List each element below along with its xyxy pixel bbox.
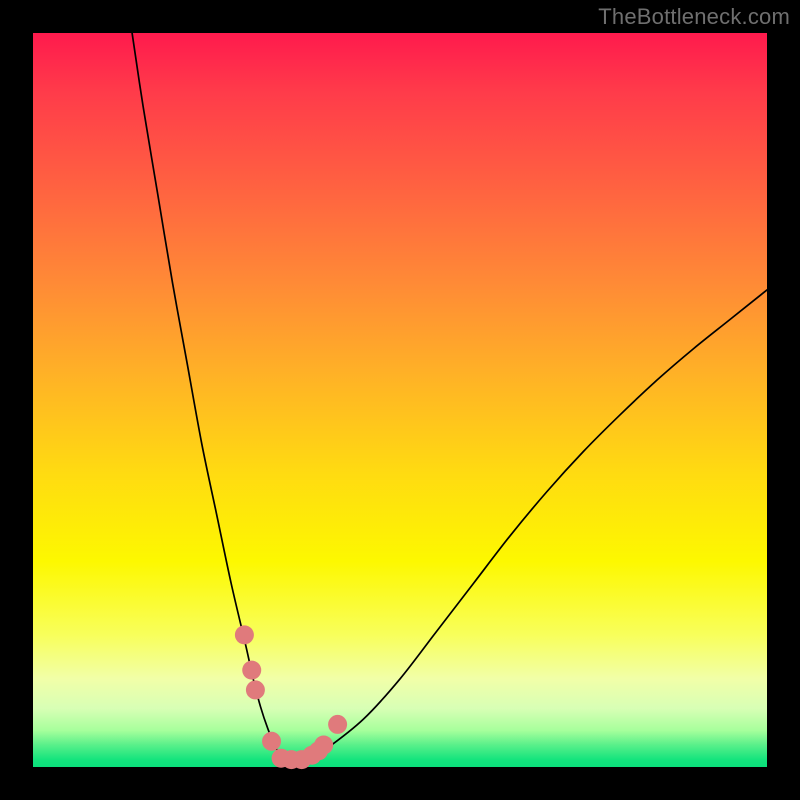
chart-stage: TheBottleneck.com — [0, 0, 800, 800]
chart-overlay — [33, 33, 767, 767]
marker-left-dot-upper — [235, 625, 254, 644]
watermark-label: TheBottleneck.com — [598, 4, 790, 30]
marker-left-dot-lower — [246, 680, 265, 699]
marker-right-dot-low — [314, 735, 333, 754]
marker-right-dot-high — [328, 715, 347, 734]
marker-group — [235, 625, 347, 769]
marker-trough-left — [262, 732, 281, 751]
marker-left-dot-mid — [242, 661, 261, 680]
bottleneck-curve — [132, 33, 767, 761]
